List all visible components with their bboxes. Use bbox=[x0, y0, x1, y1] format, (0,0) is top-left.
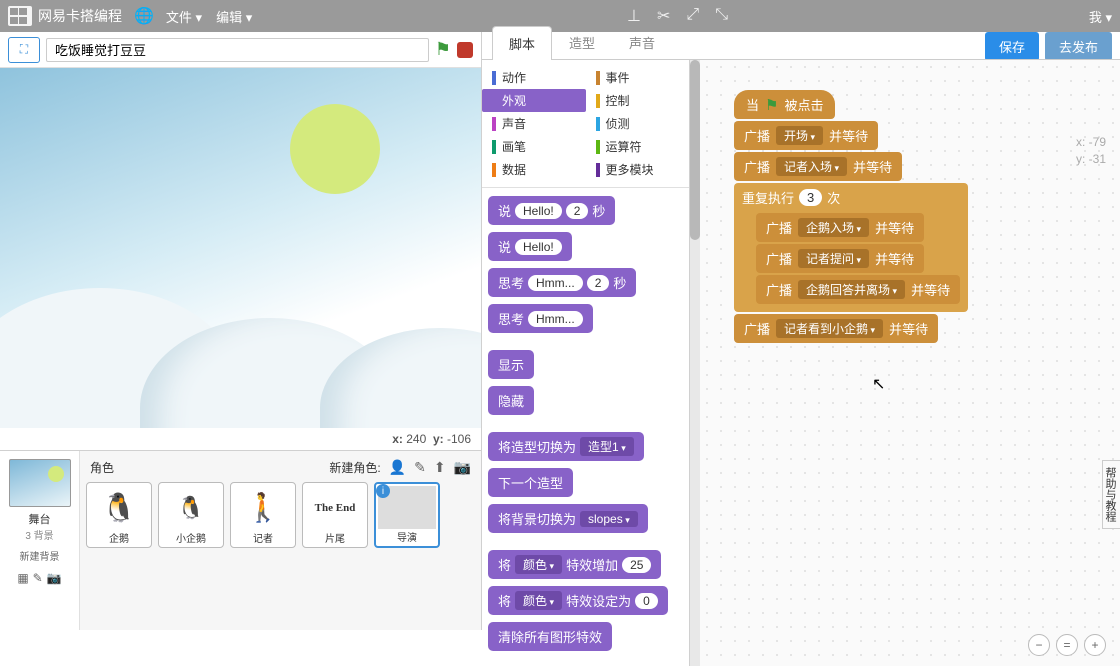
category-更多模块[interactable]: 更多模块 bbox=[586, 158, 690, 181]
block-switch-bg[interactable]: 将背景切换为slopes bbox=[488, 504, 648, 533]
palette-scrollbar[interactable] bbox=[690, 60, 700, 666]
sprite-cam-icon[interactable]: 📷 bbox=[454, 459, 471, 476]
sprite-paint-icon[interactable]: ✎ bbox=[414, 459, 426, 476]
shrink-icon[interactable]: ⤡ bbox=[715, 6, 728, 26]
category-动作[interactable]: 动作 bbox=[482, 66, 586, 89]
block-think-secs[interactable]: 思考Hmm...2秒 bbox=[488, 268, 636, 297]
block-say[interactable]: 说Hello! bbox=[488, 232, 572, 261]
edit-menu[interactable]: 编辑 ▾ bbox=[216, 7, 252, 26]
bg-lib-icon[interactable]: ▦ bbox=[17, 571, 28, 585]
sprite-upload-icon[interactable]: ⬆ bbox=[434, 459, 446, 476]
sprite-item[interactable]: 🐧企鹅 bbox=[86, 482, 152, 548]
sprite-item-selected[interactable]: i导演 bbox=[374, 482, 440, 548]
hat-block[interactable]: 当⚑被点击 bbox=[734, 90, 835, 119]
sprites-title: 角色 bbox=[90, 459, 114, 476]
sprite-item[interactable]: The End片尾 bbox=[302, 482, 368, 548]
block-change-effect[interactable]: 将颜色特效增加25 bbox=[488, 550, 661, 579]
sprite-lib-icon[interactable]: 👤 bbox=[389, 459, 406, 476]
stage-coords: x: 240 y: -106 bbox=[0, 428, 481, 450]
category-外观[interactable]: 外观 bbox=[482, 89, 586, 112]
fullscreen-button[interactable]: ⛶ bbox=[8, 37, 40, 63]
expand-icon[interactable]: ⤢ bbox=[686, 6, 699, 26]
stage-header: ⛶ ⚑ bbox=[0, 32, 481, 68]
bg-paint-icon[interactable]: ✎ bbox=[33, 571, 43, 585]
broadcast-block[interactable]: 广播企鹅回答并离场并等待 bbox=[756, 275, 960, 304]
category-事件[interactable]: 事件 bbox=[586, 66, 690, 89]
brand: 网易卡搭编程 bbox=[38, 6, 122, 26]
stage[interactable] bbox=[0, 68, 481, 428]
block-clear-fx[interactable]: 清除所有图形特效 bbox=[488, 622, 612, 651]
globe-icon[interactable]: 🌐 bbox=[134, 6, 154, 26]
tab-scripts[interactable]: 脚本 bbox=[492, 26, 552, 60]
mouse-xy: x: -79y: -31 bbox=[1076, 134, 1106, 168]
bg-cam-icon[interactable]: 📷 bbox=[47, 571, 62, 585]
category-画笔[interactable]: 画笔 bbox=[482, 135, 586, 158]
block-switch-costume[interactable]: 将造型切换为造型1 bbox=[488, 432, 644, 461]
broadcast-block[interactable]: 广播记者看到小企鹅并等待 bbox=[734, 314, 938, 343]
block-palette: 说Hello!2秒 说Hello! 思考Hmm...2秒 思考Hmm... 显示… bbox=[482, 188, 689, 666]
cut-icon[interactable]: ✂ bbox=[657, 6, 670, 26]
block-set-effect[interactable]: 将颜色特效设定为0 bbox=[488, 586, 668, 615]
broadcast-block[interactable]: 广播记者入场并等待 bbox=[734, 152, 902, 181]
me-menu[interactable]: 我 ▾ bbox=[1089, 7, 1112, 26]
block-hide[interactable]: 隐藏 bbox=[488, 386, 534, 415]
info-icon[interactable]: i bbox=[376, 484, 390, 498]
help-tab[interactable]: 帮助与教程 bbox=[1102, 460, 1120, 529]
green-flag-button[interactable]: ⚑ bbox=[435, 39, 451, 60]
logo-icon bbox=[8, 6, 32, 26]
tab-costumes[interactable]: 造型 bbox=[552, 25, 612, 59]
broadcast-block[interactable]: 广播开场并等待 bbox=[734, 121, 878, 150]
stamp-icon[interactable]: ⊥ bbox=[627, 6, 641, 26]
script-stack[interactable]: 当⚑被点击 广播开场并等待 广播记者入场并等待 重复执行3次 广播企鹅入场并等待… bbox=[734, 90, 968, 343]
broadcast-block[interactable]: 广播企鹅入场并等待 bbox=[756, 213, 924, 242]
category-数据[interactable]: 数据 bbox=[482, 158, 586, 181]
category-控制[interactable]: 控制 bbox=[586, 89, 690, 112]
cursor-icon: ↖ bbox=[872, 374, 885, 394]
block-next-costume[interactable]: 下一个造型 bbox=[488, 468, 573, 497]
category-侦测[interactable]: 侦测 bbox=[586, 112, 690, 135]
category-声音[interactable]: 声音 bbox=[482, 112, 586, 135]
project-name-input[interactable] bbox=[46, 38, 429, 62]
stage-thumb[interactable]: 舞台 3 背景 新建背景 ▦✎📷 bbox=[0, 451, 80, 630]
block-show[interactable]: 显示 bbox=[488, 350, 534, 379]
broadcast-block[interactable]: 广播记者提问并等待 bbox=[756, 244, 924, 273]
sprite-item[interactable]: 🚶记者 bbox=[230, 482, 296, 548]
block-think[interactable]: 思考Hmm... bbox=[488, 304, 593, 333]
script-area[interactable]: x: -79y: -31 ↖ 当⚑被点击 广播开场并等待 广播记者入场并等待 重… bbox=[700, 60, 1120, 666]
category-运算符[interactable]: 运算符 bbox=[586, 135, 690, 158]
tab-sounds[interactable]: 声音 bbox=[612, 25, 672, 59]
block-say-secs[interactable]: 说Hello!2秒 bbox=[488, 196, 615, 225]
stop-button[interactable] bbox=[457, 42, 473, 58]
file-menu[interactable]: 文件 ▾ bbox=[166, 7, 202, 26]
sprite-item[interactable]: 🐧小企鹅 bbox=[158, 482, 224, 548]
repeat-block[interactable]: 重复执行3次 广播企鹅入场并等待 广播记者提问并等待 广播企鹅回答并离场并等待 bbox=[734, 183, 968, 312]
zoom-in-button[interactable]: + bbox=[1084, 634, 1106, 656]
zoom-out-button[interactable]: − bbox=[1028, 634, 1050, 656]
zoom-reset-button[interactable]: = bbox=[1056, 634, 1078, 656]
